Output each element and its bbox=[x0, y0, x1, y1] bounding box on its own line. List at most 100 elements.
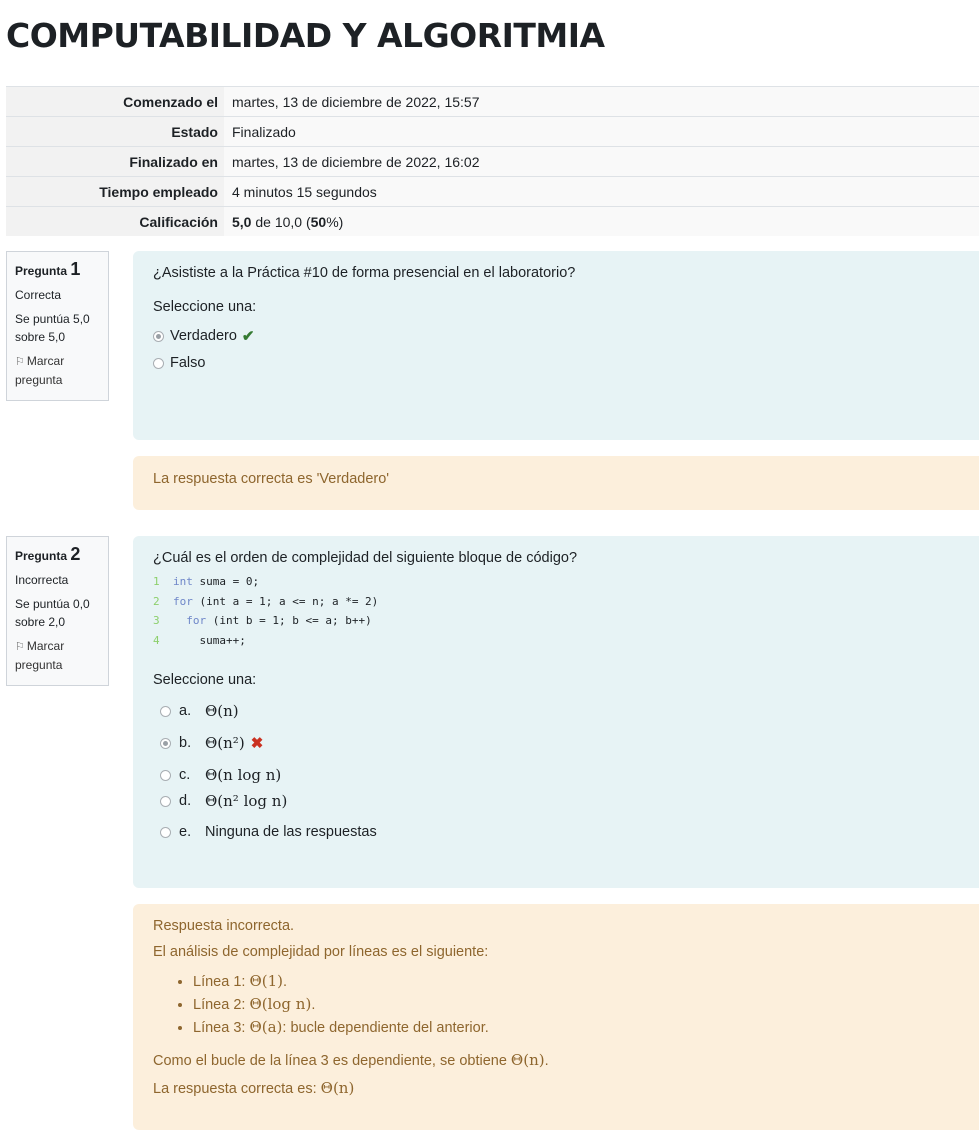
radio-button[interactable] bbox=[153, 357, 164, 369]
summary-value: Finalizado bbox=[224, 116, 979, 147]
option-label: Θ(n) bbox=[205, 702, 239, 720]
option-letter: d. bbox=[179, 793, 192, 809]
question-2-content: ¿Cuál es el orden de complejidad del sig… bbox=[133, 536, 979, 888]
radio-button[interactable] bbox=[160, 795, 171, 807]
code-keyword: for bbox=[173, 594, 193, 608]
grade-score: 5,0 bbox=[232, 214, 252, 230]
summary-label: Calificación bbox=[6, 206, 224, 236]
code-line: 4 suma++; bbox=[153, 631, 959, 651]
radio-button[interactable] bbox=[160, 826, 171, 838]
conclusion-end: . bbox=[544, 1053, 549, 1069]
answer-option[interactable]: e. Ninguna de las respuestas bbox=[153, 824, 959, 840]
answer-option[interactable]: b. Θ(n²) ✖ bbox=[153, 734, 959, 752]
item-suffix: . bbox=[311, 997, 316, 1013]
summary-row-grade: Calificación 5,0 de 10,0 (50%) bbox=[6, 206, 979, 236]
answer-option[interactable]: c. Θ(n log n) bbox=[153, 766, 959, 784]
question-num: 2 bbox=[70, 544, 81, 564]
conclusion-text: Como el bucle de la línea 3 es dependien… bbox=[153, 1053, 511, 1069]
answer-option[interactable]: a. Θ(n) bbox=[153, 702, 959, 720]
summary-label: Tiempo empleado bbox=[6, 176, 224, 207]
flag-question-link[interactable]: ⚐ Marcar pregunta bbox=[15, 637, 100, 674]
grade-value: 5,0 de 10,0 (50%) bbox=[224, 206, 979, 236]
item-prefix: Línea 2: bbox=[193, 997, 250, 1013]
code-block: 1 int suma = 0; 2 for (int a = 1; a <= n; … bbox=[153, 572, 959, 650]
question-state: Incorrecta bbox=[15, 573, 69, 587]
item-prefix: Línea 3: bbox=[193, 1020, 250, 1036]
feedback-list: Línea 1: Θ(1). Línea 2: Θ(log n). Línea … bbox=[153, 970, 959, 1039]
code-text: (int a = 1; a <= n; a *= 2) bbox=[192, 594, 379, 608]
code-line: 3 for (int b = 1; b <= a; b++) bbox=[153, 611, 959, 631]
correct-check-icon: ✔ bbox=[241, 328, 255, 345]
option-letter: b. bbox=[179, 735, 192, 751]
grade-percent: 50 bbox=[310, 214, 327, 230]
item-math: Θ(1) bbox=[249, 972, 283, 990]
question-word: Pregunta bbox=[15, 264, 68, 278]
item-math: Θ(a) bbox=[249, 1018, 283, 1036]
code-keyword: int bbox=[173, 575, 193, 588]
item-math: Θ(log n) bbox=[249, 995, 312, 1013]
summary-label: Comenzado el bbox=[6, 86, 224, 117]
code-line: 1 int suma = 0; bbox=[153, 572, 959, 592]
feedback-item: Línea 1: Θ(1). bbox=[193, 970, 959, 993]
radio-button[interactable] bbox=[160, 769, 171, 781]
conclusion-math: Θ(n) bbox=[510, 1051, 545, 1069]
option-label: Θ(n log n) bbox=[205, 766, 282, 784]
radio-button[interactable] bbox=[160, 737, 171, 749]
question-number: Pregunta 1 bbox=[15, 260, 100, 280]
line-number: 1 bbox=[153, 575, 160, 588]
summary-value: martes, 13 de diciembre de 2022, 16:02 bbox=[224, 146, 979, 177]
question-1-info: Pregunta 1 Correcta Se puntúa 5,0 sobre … bbox=[6, 251, 109, 401]
answer-options: a. Θ(n) b. Θ(n²) ✖ c. Θ(n log n) d. Θ(n²… bbox=[153, 702, 959, 840]
answer-text: La respuesta correcta es: bbox=[153, 1081, 321, 1097]
summary-row-started: Comenzado el martes, 13 de diciembre de … bbox=[6, 86, 979, 117]
answer-options: Verdadero ✔ Falso bbox=[153, 327, 959, 371]
option-letter: c. bbox=[179, 767, 191, 783]
question-2-info: Pregunta 2 Incorrecta Se puntúa 0,0 sobr… bbox=[6, 536, 109, 686]
feedback-item: Línea 3: Θ(a): bucle dependiente del ant… bbox=[193, 1016, 959, 1039]
answer-option[interactable]: d. Θ(n² log n) bbox=[153, 792, 959, 810]
option-letter: e. bbox=[179, 824, 192, 840]
question-state: Correcta bbox=[15, 288, 62, 302]
correct-answer-text: La respuesta correcta es 'Verdadero' bbox=[153, 471, 390, 487]
answer-prompt: Seleccione una: bbox=[153, 672, 257, 688]
page-title: COMPUTABILIDAD Y ALGORITMIA bbox=[6, 16, 605, 55]
code-text: suma = 0; bbox=[192, 575, 260, 588]
option-label: Θ(n² log n) bbox=[205, 792, 288, 810]
summary-row-finished: Finalizado en martes, 13 de diciembre de… bbox=[6, 146, 979, 177]
feedback-intro: El análisis de complejidad por líneas es… bbox=[153, 944, 489, 960]
summary-label: Finalizado en bbox=[6, 146, 224, 177]
answer-option[interactable]: Falso bbox=[153, 355, 959, 371]
item-suffix: . bbox=[282, 974, 288, 990]
flag-question-link[interactable]: ⚐ Marcar pregunta bbox=[15, 352, 100, 389]
attempt-summary-table: Comenzado el martes, 13 de diciembre de … bbox=[6, 86, 979, 236]
correct-answer-text: La respuesta correcta es: Θ(n) bbox=[153, 1079, 959, 1097]
feedback-conclusion: Como el bucle de la línea 3 es dependien… bbox=[153, 1051, 959, 1069]
question-word: Pregunta bbox=[15, 549, 68, 563]
radio-button[interactable] bbox=[160, 705, 171, 717]
question-num: 1 bbox=[70, 259, 81, 279]
line-number: 3 bbox=[153, 614, 160, 627]
flag-icon: ⚐ bbox=[15, 356, 25, 368]
line-number: 4 bbox=[153, 633, 160, 647]
summary-row-state: Estado Finalizado bbox=[6, 116, 979, 147]
summary-label: Estado bbox=[6, 116, 224, 147]
option-letter: a. bbox=[179, 703, 192, 719]
answer-option[interactable]: Verdadero ✔ bbox=[153, 327, 959, 345]
radio-button[interactable] bbox=[153, 330, 164, 342]
question-2-feedback: Respuesta incorrecta. El análisis de com… bbox=[133, 904, 979, 1130]
line-number: 2 bbox=[153, 594, 160, 608]
summary-row-time: Tiempo empleado 4 minutos 15 segundos bbox=[6, 176, 979, 207]
code-keyword: for bbox=[173, 614, 207, 627]
option-label: Falso bbox=[170, 355, 206, 371]
answer-prompt: Seleccione una: bbox=[153, 299, 257, 315]
question-text: ¿Cuál es el orden de complejidad del sig… bbox=[153, 550, 578, 566]
question-number: Pregunta 2 bbox=[15, 545, 100, 565]
grade-of: de 10,0 ( bbox=[255, 214, 311, 230]
flag-icon: ⚐ bbox=[15, 641, 25, 653]
summary-value: 4 minutos 15 segundos bbox=[224, 176, 979, 207]
feedback-item: Línea 2: Θ(log n). bbox=[193, 993, 959, 1016]
feedback-title: Respuesta incorrecta. bbox=[153, 918, 295, 934]
code-line: 2 for (int a = 1; a <= n; a *= 2) bbox=[153, 592, 959, 612]
option-label: Θ(n²) bbox=[205, 734, 245, 752]
item-suffix: : bucle dependiente del anterior. bbox=[282, 1020, 489, 1036]
